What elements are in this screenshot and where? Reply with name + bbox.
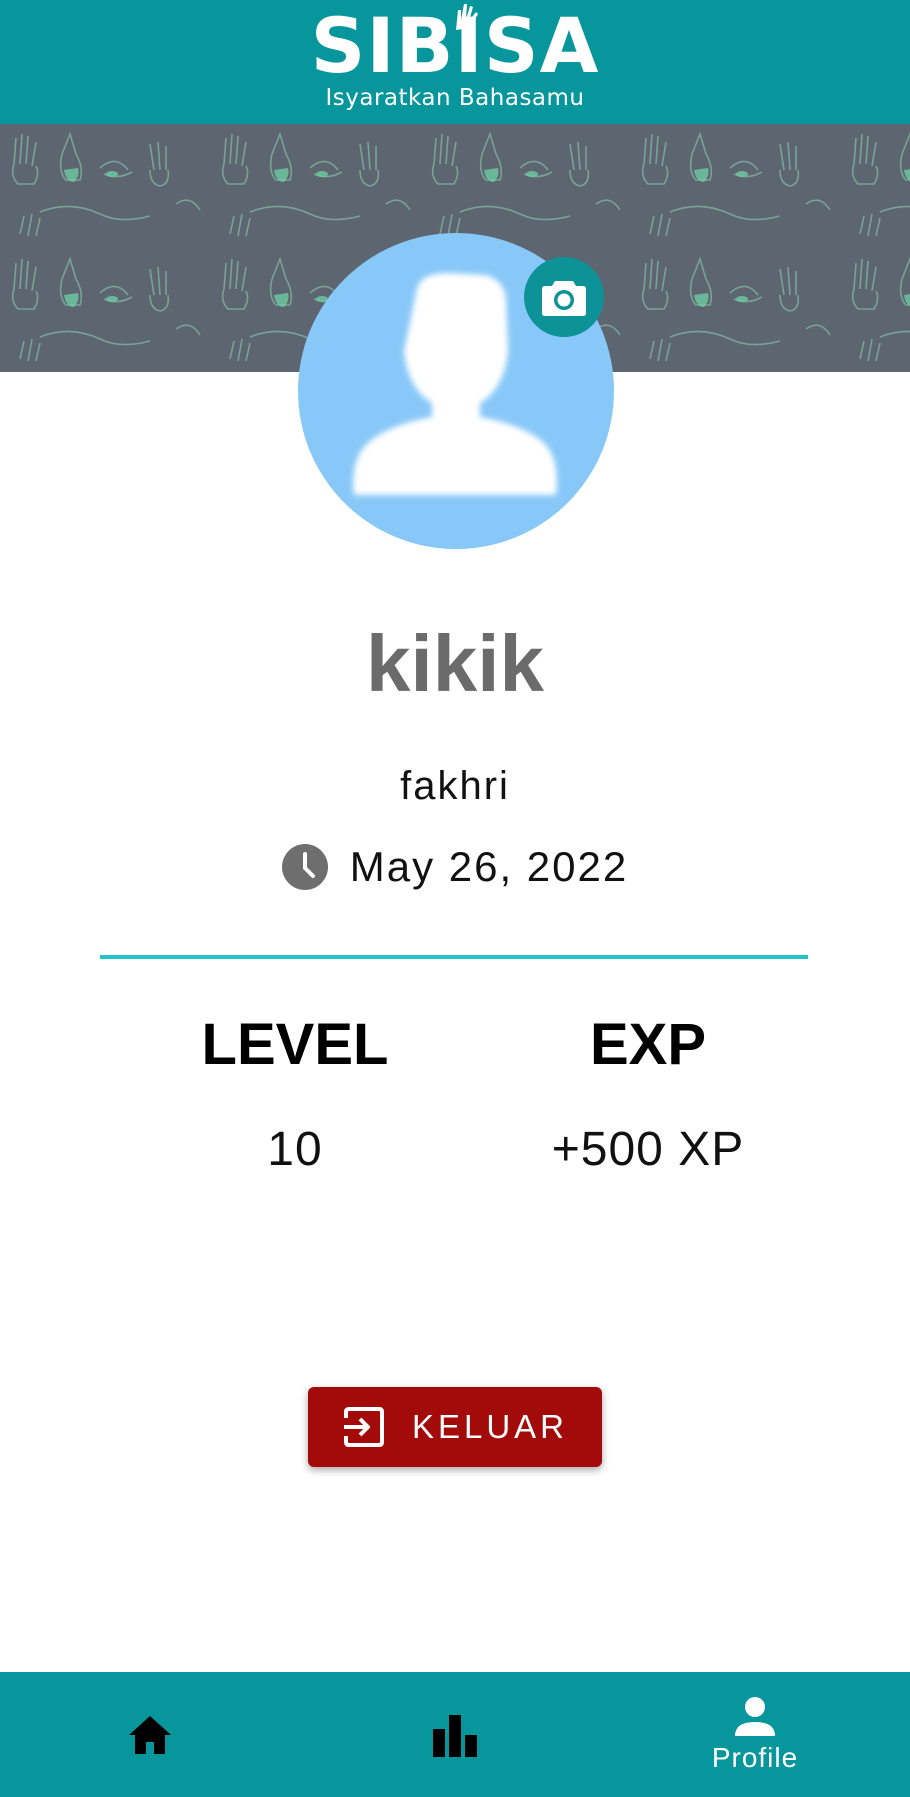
home-icon [129,1715,171,1754]
logout-icon [343,1407,384,1447]
camera-icon [542,281,586,316]
join-date-row: May 26, 2022 [0,842,910,892]
clock-icon [281,844,328,890]
app-logo: SIBISA Isyaratkan Bahasamu [310,2,600,120]
nav-profile[interactable]: Profile [680,1672,830,1797]
bottom-navigation: Profile [0,1672,910,1797]
section-divider [100,955,808,959]
logout-button[interactable]: KELUAR [308,1387,602,1467]
app-header: SIBISA Isyaratkan Bahasamu [0,0,910,124]
logo-tagline: Isyaratkan Bahasamu [325,85,585,111]
profile-display-name: kikik [366,619,544,708]
exp-heading: EXP [589,1012,707,1077]
join-date: May 26, 2022 [349,843,629,890]
exp-value: +500 XP [551,1123,745,1176]
level-heading: LEVEL [201,1012,389,1077]
nav-profile-label: Profile [711,1741,799,1773]
nav-home[interactable] [90,1672,210,1797]
hand-logo-icon [456,4,478,30]
person-icon [735,1696,775,1736]
nav-leaderboard[interactable] [395,1672,515,1797]
level-value: 10 [267,1123,323,1176]
change-photo-button[interactable] [524,257,604,337]
profile-username: fakhri [400,764,510,808]
logout-label: KELUAR [411,1408,569,1445]
bar-chart-icon [433,1714,477,1757]
